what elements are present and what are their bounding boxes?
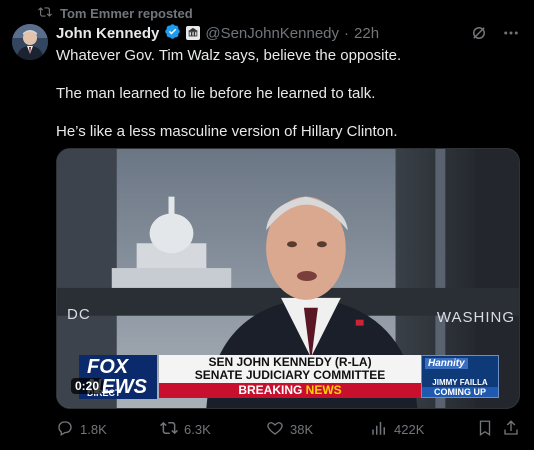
more-icon[interactable] <box>502 24 520 47</box>
repost-count: 6.3K <box>184 421 211 437</box>
views-count: 422K <box>394 421 425 437</box>
promo-guest-name: JIMMY FAILLA <box>432 378 488 387</box>
news-label: NEWS <box>305 383 342 397</box>
tweet-line: The man learned to lie before he learned… <box>56 85 376 102</box>
tweet-actions: 1.8K 6.3K 38K 422K <box>56 418 518 440</box>
reply-icon <box>56 419 74 440</box>
post-time[interactable]: 22h <box>354 25 379 42</box>
tweet-text: Whatever Gov. Tim Walz says, believe the… <box>56 46 516 160</box>
affiliation-icon[interactable] <box>186 26 201 40</box>
grok-icon[interactable] <box>470 24 488 47</box>
tweet-line: He’s like a less masculine version of Hi… <box>56 123 398 140</box>
share-button[interactable] <box>502 419 520 440</box>
reply-button[interactable]: 1.8K <box>56 419 107 440</box>
author-handle[interactable]: @SenJohnKennedy <box>205 25 339 42</box>
repost-button[interactable]: 6.3K <box>160 419 211 440</box>
chyron-title: SEN JOHN KENNEDY (R-LA) SENATE JUDICIARY… <box>159 355 421 383</box>
avatar[interactable] <box>12 24 48 60</box>
repost-icon <box>38 5 52 22</box>
promo-coming-up: COMING UP <box>422 387 498 397</box>
bookmark-button[interactable] <box>476 419 494 440</box>
repost-text: Tom Emmer reposted <box>60 5 193 21</box>
verified-icon <box>164 23 181 44</box>
breaking-label: BREAKING <box>238 383 303 397</box>
chyron-line-2: SENATE JUDICIARY COMMITTEE <box>194 368 386 382</box>
share-icon <box>502 419 520 440</box>
tweet-top-actions <box>470 24 520 47</box>
views-icon <box>370 419 388 440</box>
like-icon <box>266 419 284 440</box>
author-name[interactable]: John Kennedy <box>56 25 159 42</box>
promo-show-logo: Hannity <box>425 358 468 369</box>
video-player[interactable]: DC WASHING FOX NEWS DIRECT SEN JOHN KENN… <box>56 148 520 409</box>
news-chyron: FOX NEWS DIRECT SEN JOHN KENNEDY (R-LA) … <box>79 355 421 399</box>
tweet-line: Whatever Gov. Tim Walz says, believe the… <box>56 47 402 64</box>
location-left: DC <box>67 306 91 323</box>
repost-icon <box>160 419 178 440</box>
breaking-news-bar: BREAKING NEWS <box>159 383 421 398</box>
views-button[interactable]: 422K <box>370 419 424 440</box>
like-button[interactable]: 38K <box>266 419 313 440</box>
repost-indicator[interactable]: Tom Emmer reposted <box>38 4 193 22</box>
reply-count: 1.8K <box>80 421 107 437</box>
bookmark-icon <box>476 419 494 440</box>
location-right: WASHING <box>436 309 515 326</box>
tweet-header: John Kennedy @SenJohnKennedy · 22h <box>56 23 379 43</box>
video-duration: 0:20 <box>71 378 104 394</box>
separator-dot: · <box>344 24 350 42</box>
coming-up-promo: Hannity JIMMY FAILLA COMING UP <box>421 355 499 398</box>
like-count: 38K <box>290 421 314 437</box>
